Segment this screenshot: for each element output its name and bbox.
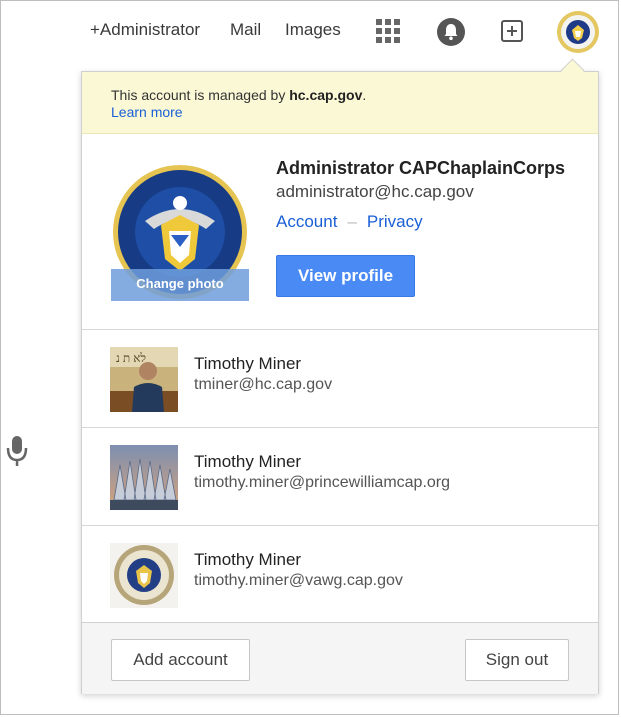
account-email: administrator@hc.cap.gov	[276, 182, 474, 201]
share-plus-icon[interactable]	[501, 20, 523, 42]
account-row-name: Timothy Miner	[194, 354, 302, 373]
person-portrait-thumbnail: לא ת נ	[110, 347, 178, 412]
managed-notice-prefix: This account is managed by	[111, 87, 290, 103]
current-account-section: Change photo Administrator CAPChaplainCo…	[82, 134, 598, 330]
managed-domain: hc.cap.gov	[289, 87, 363, 103]
chaplain-seal-thumbnail	[110, 543, 178, 608]
view-profile-button[interactable]: View profile	[276, 255, 415, 297]
privacy-link[interactable]: Privacy	[367, 212, 423, 231]
account-avatar[interactable]	[556, 10, 600, 54]
account-row[interactable]: Timothy Miner timothy.miner@princewillia…	[82, 428, 598, 526]
add-account-button[interactable]: Add account	[111, 639, 250, 681]
svg-text:לא ת נ: לא ת נ	[116, 351, 146, 365]
popup-footer: Add account Sign out	[82, 622, 598, 694]
managed-notice-suffix: .	[362, 87, 367, 103]
account-popup: This account is managed by hc.cap.gov. L…	[81, 71, 599, 694]
account-row[interactable]: Timothy Miner timothy.miner@vawg.cap.gov	[82, 526, 598, 624]
account-row-email: timothy.miner@princewilliamcap.org	[194, 474, 451, 491]
account-links: Account – Privacy	[276, 212, 423, 232]
managed-account-notice: This account is managed by hc.cap.gov. L…	[82, 72, 598, 134]
mail-link[interactable]: Mail	[230, 20, 261, 40]
apps-grid-icon[interactable]	[376, 19, 400, 43]
top-bar: +Administrator Mail Images	[0, 0, 621, 62]
link-separator: –	[347, 212, 357, 231]
account-row-name: Timothy Miner	[194, 452, 302, 471]
change-photo-overlay[interactable]: Change photo	[111, 269, 249, 301]
notifications-bell-icon[interactable]	[437, 18, 465, 46]
account-row-name: Timothy Miner	[194, 550, 302, 569]
learn-more-link[interactable]: Learn more	[111, 104, 598, 120]
account-row-email: tminer@hc.cap.gov	[194, 376, 333, 393]
administrator-link[interactable]: +Administrator	[90, 20, 200, 40]
account-row[interactable]: לא ת נ Timothy Miner tminer@hc.cap.gov	[82, 330, 598, 428]
account-row-email: timothy.miner@vawg.cap.gov	[194, 572, 403, 589]
profile-photo[interactable]: Change photo	[111, 163, 249, 301]
images-link[interactable]: Images	[285, 20, 341, 40]
sign-out-button[interactable]: Sign out	[465, 639, 569, 681]
account-link[interactable]: Account	[276, 212, 337, 231]
microphone-icon[interactable]	[0, 430, 36, 470]
account-name: Administrator CAPChaplainCorps	[276, 158, 566, 178]
chapel-building-thumbnail	[110, 445, 178, 510]
